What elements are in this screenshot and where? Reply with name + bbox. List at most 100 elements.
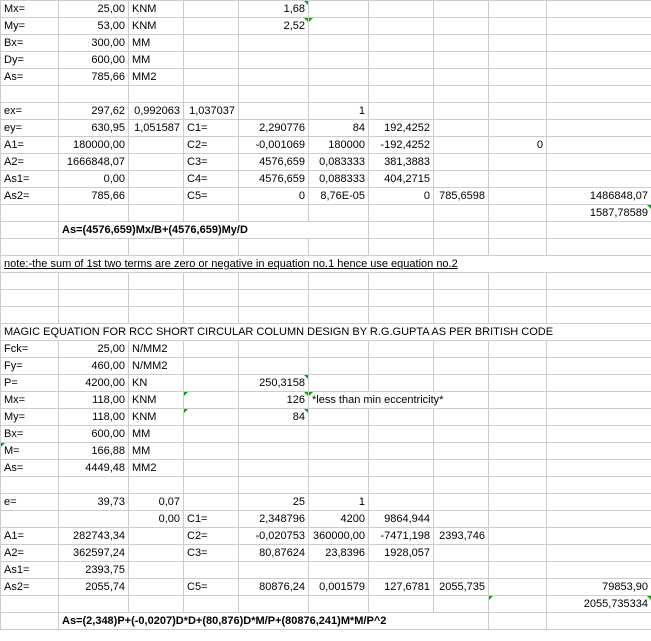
cell[interactable] <box>547 375 651 392</box>
cell[interactable] <box>309 358 369 375</box>
cell[interactable]: 0 <box>489 137 547 154</box>
cell[interactable]: Mx= <box>1 1 59 18</box>
cell[interactable] <box>184 392 239 409</box>
row[interactable]: As=(2,348)P+(-0,0207)D*D+(80,876)D*M/P+(… <box>1 613 651 630</box>
cell[interactable] <box>369 222 434 239</box>
cell[interactable] <box>547 426 651 443</box>
cell[interactable] <box>239 460 309 477</box>
cell[interactable] <box>309 341 369 358</box>
cell[interactable] <box>547 273 651 290</box>
cell[interactable] <box>489 290 547 307</box>
cell[interactable] <box>489 18 547 35</box>
cell[interactable] <box>434 460 489 477</box>
cell[interactable]: 4200,00 <box>59 375 129 392</box>
cell[interactable] <box>489 443 547 460</box>
cell[interactable] <box>239 426 309 443</box>
cell[interactable] <box>489 562 547 579</box>
cell[interactable] <box>369 375 434 392</box>
cell[interactable]: 180000,00 <box>59 137 129 154</box>
cell[interactable] <box>239 239 309 256</box>
cell[interactable] <box>1 273 59 290</box>
cell[interactable] <box>184 426 239 443</box>
cell[interactable] <box>1 86 59 103</box>
cell[interactable] <box>309 426 369 443</box>
cell[interactable]: 118,00 <box>59 409 129 426</box>
cell[interactable] <box>184 562 239 579</box>
row[interactable]: Mx=25,00KNM1,68 <box>1 1 651 18</box>
cell[interactable] <box>309 239 369 256</box>
cell[interactable]: C4= <box>184 171 239 188</box>
row[interactable]: As=4449,48MM2 <box>1 460 651 477</box>
cell[interactable]: e= <box>1 494 59 511</box>
cell[interactable]: 250,3158 <box>239 375 309 392</box>
cell[interactable] <box>59 290 129 307</box>
cell[interactable] <box>309 86 369 103</box>
cell[interactable]: Fy= <box>1 358 59 375</box>
cell[interactable]: 2,290776 <box>239 120 309 137</box>
row[interactable]: MAGIC EQUATION FOR RCC SHORT CIRCULAR CO… <box>1 324 651 341</box>
cell[interactable] <box>489 613 547 630</box>
cell[interactable] <box>239 290 309 307</box>
cell[interactable] <box>547 154 651 171</box>
cell[interactable]: 53,00 <box>59 18 129 35</box>
cell[interactable]: C5= <box>184 188 239 205</box>
cell[interactable] <box>489 86 547 103</box>
cell[interactable] <box>129 579 184 596</box>
row[interactable]: ex=297,620,9920631,0370371 <box>1 103 651 120</box>
cell[interactable]: 1,051587 <box>129 120 184 137</box>
row[interactable]: As1=2393,75 <box>1 562 651 579</box>
cell[interactable] <box>129 154 184 171</box>
cell[interactable] <box>129 545 184 562</box>
cell[interactable]: 1 <box>309 494 369 511</box>
cell[interactable] <box>434 545 489 562</box>
cell[interactable]: -0,001069 <box>239 137 309 154</box>
cell[interactable]: KNM <box>129 409 184 426</box>
cell[interactable]: 2055,735 <box>434 579 489 596</box>
cell[interactable] <box>489 494 547 511</box>
cell[interactable] <box>369 290 434 307</box>
cell[interactable] <box>239 205 309 222</box>
cell[interactable] <box>434 52 489 69</box>
cell[interactable] <box>489 103 547 120</box>
cell[interactable] <box>309 1 369 18</box>
cell[interactable] <box>369 460 434 477</box>
cell[interactable] <box>489 205 547 222</box>
cell[interactable]: A1= <box>1 137 59 154</box>
cell[interactable]: 300,00 <box>59 35 129 52</box>
row[interactable]: P=4200,00KN250,3158 <box>1 375 651 392</box>
cell[interactable]: C2= <box>184 137 239 154</box>
cell[interactable] <box>309 18 369 35</box>
cell[interactable] <box>489 511 547 528</box>
cell[interactable] <box>434 273 489 290</box>
cell[interactable] <box>239 103 309 120</box>
cell[interactable]: 4200 <box>309 511 369 528</box>
cell[interactable] <box>489 1 547 18</box>
cell[interactable] <box>547 1 651 18</box>
cell[interactable] <box>434 137 489 154</box>
cell[interactable] <box>129 477 184 494</box>
cell[interactable] <box>1 511 59 528</box>
cell[interactable] <box>547 290 651 307</box>
cell[interactable] <box>434 222 489 239</box>
cell[interactable]: 2393,75 <box>59 562 129 579</box>
cell[interactable] <box>547 52 651 69</box>
cell[interactable] <box>184 443 239 460</box>
cell[interactable] <box>1 205 59 222</box>
cell[interactable] <box>369 52 434 69</box>
cell[interactable] <box>369 596 434 613</box>
cell[interactable]: MM2 <box>129 460 184 477</box>
cell[interactable] <box>489 154 547 171</box>
row[interactable]: A1=282743,34C2=-0,020753360000,00-7471,1… <box>1 528 651 545</box>
cell[interactable] <box>369 409 434 426</box>
cell[interactable] <box>489 341 547 358</box>
row[interactable]: Fck=25,00N/MM2 <box>1 341 651 358</box>
cell[interactable] <box>547 69 651 86</box>
cell[interactable]: 0,001579 <box>309 579 369 596</box>
cell[interactable] <box>547 562 651 579</box>
cell[interactable]: 0,00 <box>129 511 184 528</box>
cell[interactable] <box>1 222 59 239</box>
cell[interactable]: 0,992063 <box>129 103 184 120</box>
cell[interactable]: 0,00 <box>59 171 129 188</box>
cell[interactable] <box>184 358 239 375</box>
cell[interactable] <box>239 358 309 375</box>
